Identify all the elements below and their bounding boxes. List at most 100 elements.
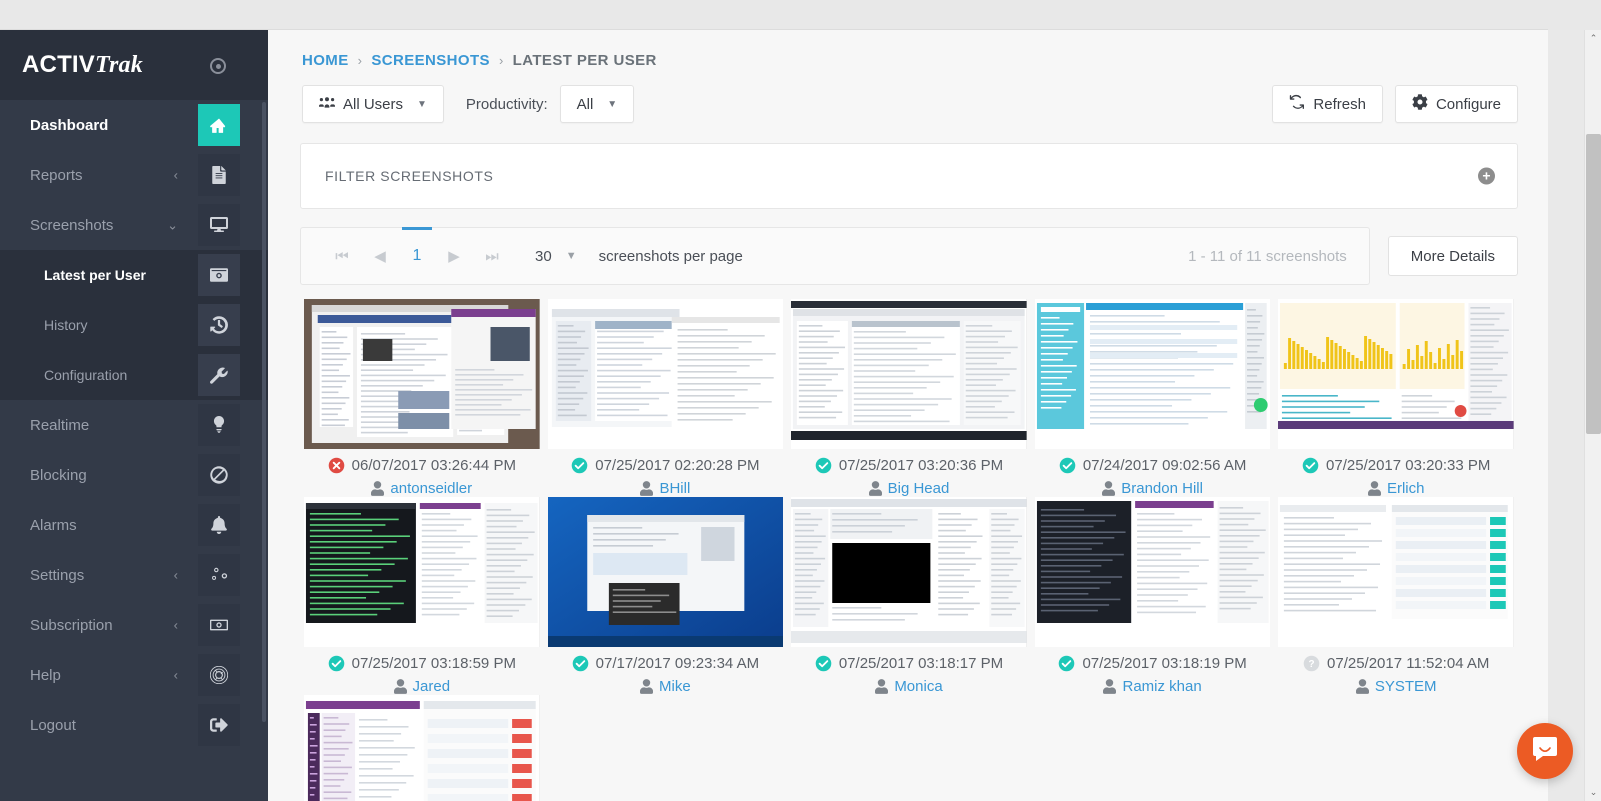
sidebar-item-reports[interactable]: Reports ‹ — [0, 150, 268, 200]
sidebar-item-history[interactable]: History — [0, 300, 268, 350]
chat-launcher-button[interactable] — [1517, 723, 1573, 779]
all-users-dropdown[interactable]: All Users ▼ — [302, 85, 444, 123]
breadcrumb-home[interactable]: HOME — [302, 52, 349, 69]
screenshot-username[interactable]: antonseidler — [390, 480, 472, 497]
sidebar-item-alarms[interactable]: Alarms — [0, 500, 268, 550]
screenshot-thumbnail[interactable] — [547, 497, 784, 647]
pager-next-button[interactable]: ▶ — [435, 247, 473, 265]
refresh-button[interactable]: Refresh — [1272, 85, 1383, 123]
screenshot-username[interactable]: SYSTEM — [1375, 678, 1437, 695]
screenshot-count-label: 1 - 11 of 11 screenshots — [1188, 247, 1347, 265]
screenshot-thumbnail[interactable] — [1034, 497, 1271, 647]
screenshot-thumbnail[interactable] — [791, 497, 1027, 647]
person-icon — [875, 679, 889, 694]
screenshot-username[interactable]: Brandon Hill — [1121, 480, 1203, 497]
camera-icon[interactable] — [198, 254, 240, 296]
scroll-down-arrow-icon[interactable]: ⌄ — [1585, 784, 1601, 801]
sidebar-item-subscription[interactable]: Subscription ‹ — [0, 600, 268, 650]
page-size-dropdown[interactable]: 30 ▼ — [535, 248, 577, 265]
sidebar-collapse-icon[interactable] — [210, 58, 226, 74]
sidebar-item-latest-per-user[interactable]: Latest per User — [0, 250, 268, 300]
pagination-row: ⏮ ◀ 1 ▶ ⏭ 30 ▼ screenshots per page 1 - … — [300, 227, 1518, 285]
lifering-icon[interactable] — [198, 654, 240, 696]
toolbar: All Users ▼ Productivity: All ▼ Refresh — [268, 85, 1548, 123]
screenshot-thumbnail[interactable] — [1278, 299, 1514, 449]
more-details-button[interactable]: More Details — [1387, 236, 1518, 276]
screenshot-thumbnail[interactable] — [304, 299, 540, 449]
configure-button[interactable]: Configure — [1394, 85, 1518, 123]
productivity-status-unproductive-icon — [328, 457, 345, 474]
screenshot-username[interactable]: Erlich — [1387, 480, 1425, 497]
page-size-value: 30 — [535, 247, 552, 265]
page-scrollbar[interactable]: ⌃ ⌄ — [1584, 30, 1601, 801]
home-icon[interactable] — [198, 104, 240, 146]
screenshot-timestamp: 07/17/2017 09:23:34 AM — [595, 655, 760, 672]
sidebar-item-logout[interactable]: Logout — [0, 700, 268, 750]
logout-icon[interactable] — [198, 704, 240, 746]
screenshot-card: 07/25/2017 03:18:19 PM Ramiz khan — [1031, 497, 1275, 695]
screenshot-username[interactable]: Big Head — [888, 480, 950, 497]
expand-filter-icon[interactable]: + — [1478, 167, 1495, 185]
screenshot-user-row[interactable]: Big Head — [791, 480, 1027, 497]
pager-last-button[interactable]: ⏭ — [473, 248, 511, 265]
screenshot-timestamp-row: 07/17/2017 09:23:34 AM — [548, 655, 784, 672]
screenshot-username[interactable]: BHill — [659, 480, 690, 497]
sidebar-item-blocking[interactable]: Blocking — [0, 450, 268, 500]
history-icon[interactable] — [198, 304, 240, 346]
sidebar-item-dashboard[interactable]: Dashboard — [0, 100, 268, 150]
block-icon[interactable] — [198, 454, 240, 496]
document-icon[interactable] — [198, 154, 240, 196]
productivity-status-productive-icon — [815, 457, 832, 474]
screenshot-thumbnail[interactable] — [791, 299, 1027, 449]
breadcrumb-screenshots[interactable]: SCREENSHOTS — [371, 52, 490, 69]
screenshot-thumbnail[interactable] — [304, 695, 540, 801]
sidebar-item-configuration[interactable]: Configuration — [0, 350, 268, 400]
bulb-icon[interactable] — [198, 404, 240, 446]
gears-icon[interactable] — [198, 554, 240, 596]
person-icon — [393, 679, 407, 694]
person-icon — [1103, 679, 1117, 694]
screenshot-card: ? 07/25/2017 11:52:04 AM SYSTEM — [1274, 497, 1518, 695]
screenshot-user-row[interactable]: SYSTEM — [1278, 678, 1514, 695]
chevron-left-icon: ‹ — [173, 617, 178, 633]
screenshot-user-row[interactable]: BHill — [548, 480, 784, 497]
plus-symbol: + — [1482, 167, 1491, 183]
screenshot-thumbnail[interactable] — [304, 497, 540, 647]
pager-prev-button[interactable]: ◀ — [361, 247, 399, 265]
chevron-down-icon: ⌄ — [167, 217, 178, 233]
screenshot-user-row[interactable]: Jared — [304, 678, 540, 695]
screenshot-thumbnail[interactable] — [547, 299, 784, 449]
screenshot-user-row[interactable]: Mike — [548, 678, 784, 695]
money-icon[interactable] — [198, 604, 240, 646]
scroll-up-arrow-icon[interactable]: ⌃ — [1585, 30, 1601, 47]
sidebar-item-screenshots[interactable]: Screenshots ⌄ — [0, 200, 268, 250]
screenshot-user-row[interactable]: Brandon Hill — [1035, 480, 1271, 497]
chat-bubble-icon — [1531, 735, 1559, 768]
breadcrumb-separator-2: › — [498, 53, 504, 68]
screenshot-username[interactable]: Jared — [413, 678, 451, 695]
all-users-label: All Users — [343, 95, 404, 113]
productivity-status-productive-icon — [328, 655, 345, 672]
screenshot-thumbnail[interactable] — [1278, 497, 1514, 647]
bell-icon[interactable] — [198, 504, 240, 546]
screenshot-user-row[interactable]: Ramiz khan — [1035, 678, 1271, 695]
wrench-icon[interactable] — [198, 354, 240, 396]
sidebar-item-realtime[interactable]: Realtime — [0, 400, 268, 450]
productivity-dropdown[interactable]: All ▼ — [559, 85, 635, 123]
screenshot-thumbnail[interactable] — [1034, 299, 1271, 449]
screenshot-username[interactable]: Monica — [894, 678, 942, 695]
sidebar-item-help[interactable]: Help ‹ — [0, 650, 268, 700]
screenshot-username[interactable]: Mike — [659, 678, 691, 695]
pager-page-1[interactable]: 1 — [399, 227, 435, 265]
sidebar-nav: Dashboard Reports ‹ Screenshots ⌄ Latest per … — [0, 100, 268, 750]
screenshot-user-row[interactable]: Erlich — [1278, 480, 1514, 497]
sidebar-item-settings[interactable]: Settings ‹ — [0, 550, 268, 600]
screenshot-user-row[interactable]: Monica — [791, 678, 1027, 695]
monitor-icon[interactable] — [198, 204, 240, 246]
pager-first-button[interactable]: ⏮ — [323, 248, 361, 265]
breadcrumb: HOME › SCREENSHOTS › LATEST PER USER — [268, 30, 1548, 69]
screenshot-username[interactable]: Ramiz khan — [1122, 678, 1201, 695]
sidebar-scrollbar[interactable] — [262, 102, 266, 722]
scrollbar-thumb[interactable] — [1586, 134, 1601, 434]
screenshot-user-row[interactable]: antonseidler — [304, 480, 540, 497]
